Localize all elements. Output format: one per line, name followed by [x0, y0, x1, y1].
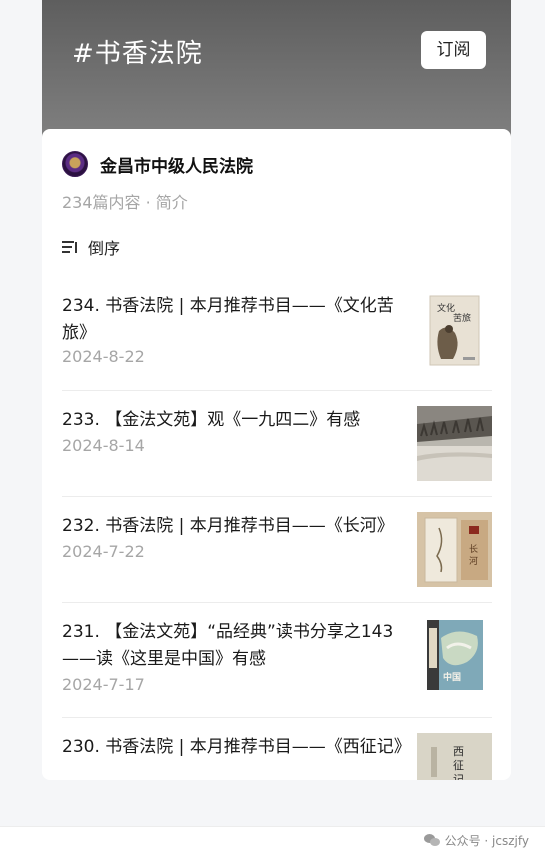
- article-thumbnail: 中国: [417, 618, 492, 693]
- sort-toggle[interactable]: 倒序: [62, 235, 120, 259]
- article-thumbnail: [417, 406, 492, 481]
- phone-frame: #书香法院 订阅 金昌市中级人民法院 234篇内容 · 简介 倒序 234. 书…: [42, 0, 511, 780]
- article-title: 234. 书香法院 | 本月推荐书目——《文化苦旅》: [62, 296, 394, 343]
- article-thumbnail: 文化 苦旅: [417, 293, 492, 368]
- article-title: 230. 书香法院 | 本月推荐书目——《西征记》: [62, 737, 411, 757]
- svg-text:记: 记: [453, 773, 464, 780]
- footer-source: 公众号 · jcszjfy: [444, 834, 529, 848]
- svg-text:中国: 中国: [443, 671, 461, 683]
- page-title: #书香法院: [72, 39, 203, 69]
- footer-bar: 公众号 · jcszjfy: [0, 826, 545, 856]
- subscribe-button[interactable]: 订阅: [421, 31, 486, 69]
- article-date: 2024-7-22: [62, 542, 145, 561]
- list-item[interactable]: 234. 书香法院 | 本月推荐书目——《文化苦旅》 2024-8-22 文化 …: [62, 277, 492, 391]
- list-item[interactable]: 231. 【金法文苑】“品经典”读书分享之143——读《这里是中国》有感 202…: [62, 603, 492, 718]
- sort-label: 倒序: [88, 239, 121, 258]
- article-title: 232. 书香法院 | 本月推荐书目——《长河》: [62, 516, 394, 536]
- sort-icon: [62, 240, 78, 254]
- svg-text:文化: 文化: [437, 302, 455, 314]
- content-card: 金昌市中级人民法院 234篇内容 · 简介 倒序 234. 书香法院 | 本月推…: [42, 129, 511, 780]
- article-title: 233. 【金法文苑】观《一九四二》有感: [62, 410, 361, 430]
- account-meta[interactable]: 234篇内容 · 简介: [62, 189, 188, 213]
- list-item[interactable]: 232. 书香法院 | 本月推荐书目——《长河》 2024-7-22 长 河: [62, 497, 492, 603]
- account-name[interactable]: 金昌市中级人民法院: [100, 152, 253, 177]
- article-list: 234. 书香法院 | 本月推荐书目——《文化苦旅》 2024-8-22 文化 …: [62, 277, 492, 780]
- svg-text:西: 西: [453, 745, 464, 758]
- topic-header: #书香法院 订阅: [42, 0, 511, 140]
- list-item[interactable]: 230. 书香法院 | 本月推荐书目——《西征记》 西 征 记: [62, 718, 492, 780]
- article-date: 2024-8-22: [62, 347, 145, 366]
- article-thumbnail: 西 征 记: [417, 733, 492, 780]
- svg-text:征: 征: [453, 759, 464, 772]
- svg-text:河: 河: [469, 555, 478, 567]
- avatar: [62, 151, 88, 177]
- article-date: 2024-8-14: [62, 436, 145, 455]
- svg-text:长: 长: [469, 543, 478, 555]
- svg-text:苦旅: 苦旅: [453, 312, 471, 324]
- wechat-icon: [423, 834, 440, 847]
- account-row[interactable]: 金昌市中级人民法院: [62, 150, 253, 178]
- article-date: 2024-7-17: [62, 675, 145, 694]
- list-item[interactable]: 233. 【金法文苑】观《一九四二》有感 2024-8-14: [62, 391, 492, 497]
- source-label: 公众号 · jcszjfy: [423, 832, 529, 849]
- article-title: 231. 【金法文苑】“品经典”读书分享之143——读《这里是中国》有感: [62, 622, 394, 669]
- article-thumbnail: 长 河: [417, 512, 492, 587]
